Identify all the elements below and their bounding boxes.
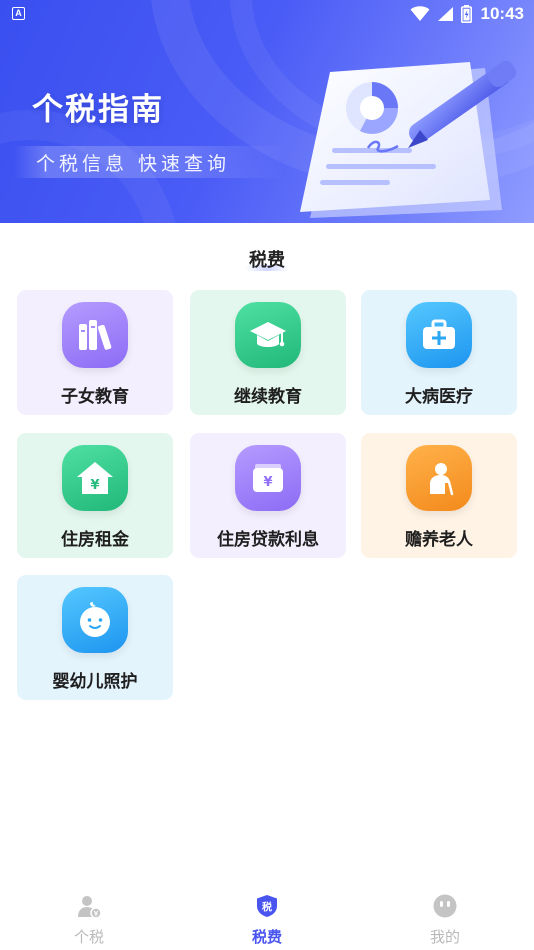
category-label: 住房贷款利息 xyxy=(217,530,319,550)
tax-shield-icon: 税 xyxy=(257,895,277,917)
svg-text:¥: ¥ xyxy=(263,475,272,490)
battery-icon xyxy=(460,5,472,23)
category-label: 赡养老人 xyxy=(405,530,473,550)
tab-label: 个税 xyxy=(73,928,104,946)
clock: 10:43 xyxy=(480,4,524,23)
document-pen-illustration xyxy=(300,60,517,218)
category-label: 大病医疗 xyxy=(405,387,473,407)
category-card-infant-care[interactable]: 婴幼儿照护 xyxy=(17,575,173,700)
face-icon xyxy=(433,894,457,918)
category-label: 继续教育 xyxy=(234,387,302,407)
category-card-medical[interactable]: 大病医疗 xyxy=(361,290,517,415)
wallet-yuan-icon: ¥ xyxy=(235,445,301,511)
category-label: 住房租金 xyxy=(61,530,129,550)
category-card-mortgage-interest[interactable]: ¥ 住房贷款利息 xyxy=(190,433,346,558)
bottom-tab-bar: 个税 税 税费 我的 xyxy=(0,886,534,950)
wifi-icon xyxy=(410,6,430,21)
tab-label: 税费 xyxy=(251,928,282,946)
system-indicators: 10:43 xyxy=(410,3,524,25)
section-title-text: 税费 xyxy=(249,250,285,271)
baby-face-icon xyxy=(62,587,128,653)
tab-mine[interactable]: 我的 xyxy=(385,886,505,950)
signal-icon xyxy=(437,7,453,21)
tab-tax-fees[interactable]: 税 税费 xyxy=(207,886,327,950)
tab-label: 我的 xyxy=(429,928,460,946)
section-title: 税费 xyxy=(0,246,534,272)
person-tax-icon xyxy=(78,896,101,918)
banner: A 10:43 个税指南 个税信息 快速查询 xyxy=(0,0,534,223)
graduation-cap-icon xyxy=(235,302,301,368)
svg-text:¥: ¥ xyxy=(90,478,99,493)
category-card-child-education[interactable]: 子女教育 xyxy=(17,290,173,415)
books-icon xyxy=(62,302,128,368)
category-label: 子女教育 xyxy=(61,387,129,407)
notification-icon: A xyxy=(12,7,25,20)
category-card-elderly-support[interactable]: 赡养老人 xyxy=(361,433,517,558)
medical-kit-icon xyxy=(406,302,472,368)
status-bar: A 10:43 xyxy=(0,0,534,30)
house-yuan-icon: ¥ xyxy=(62,445,128,511)
elderly-icon xyxy=(406,445,472,511)
tab-icon-text: 税 xyxy=(262,901,272,914)
banner-subtitle: 个税信息 快速查询 xyxy=(36,153,231,175)
tab-personal-tax[interactable]: 个税 xyxy=(29,886,149,950)
banner-title: 个税指南 xyxy=(32,92,164,128)
category-card-continuing-education[interactable]: 继续教育 xyxy=(190,290,346,415)
category-card-housing-rent[interactable]: ¥ 住房租金 xyxy=(17,433,173,558)
category-label: 婴幼儿照护 xyxy=(52,672,138,692)
